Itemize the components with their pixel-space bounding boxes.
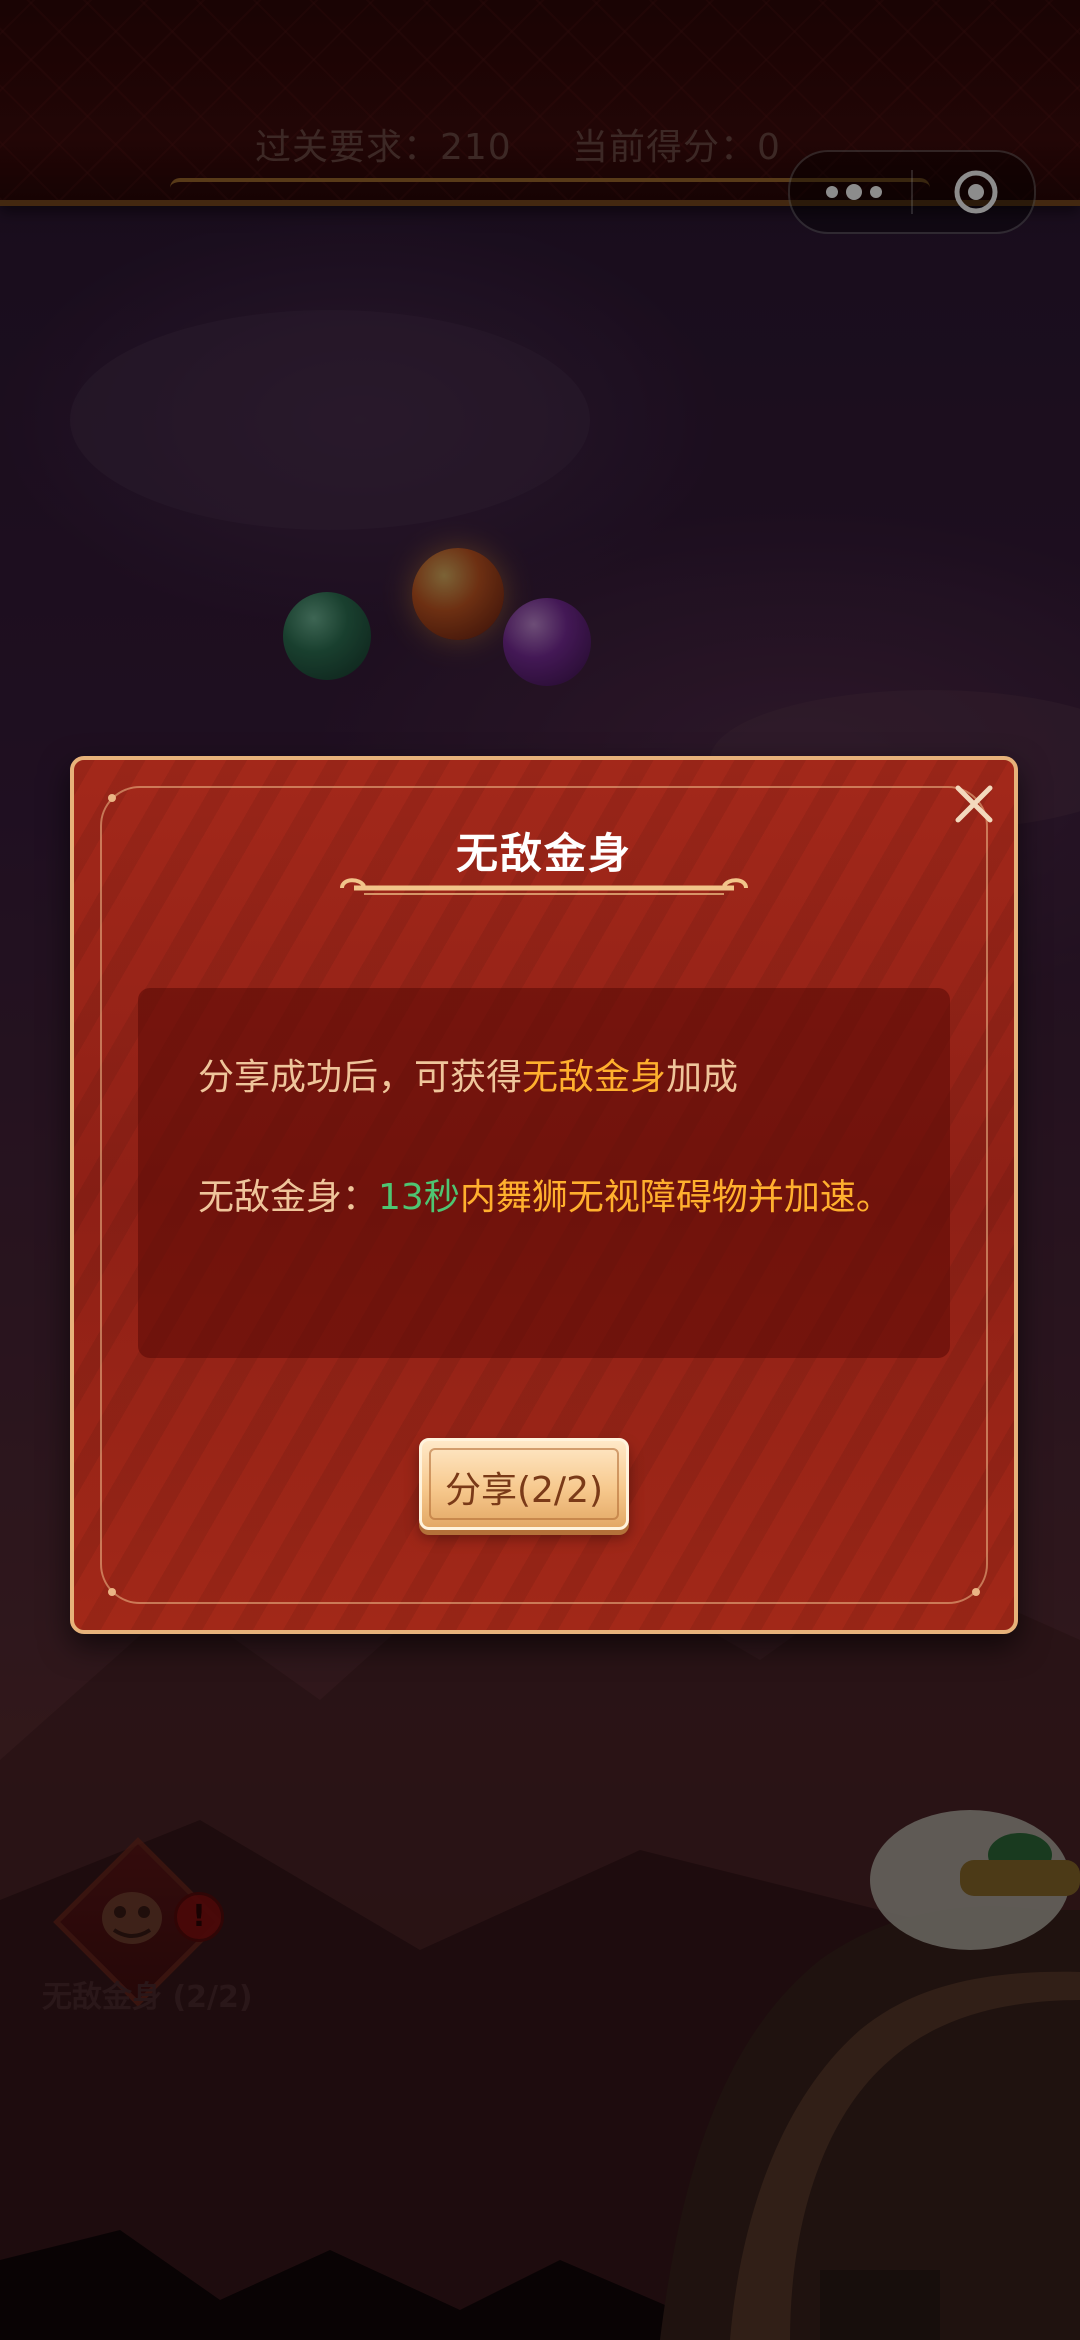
dialog-close-icon[interactable] [948,778,1000,830]
line1-suffix: 加成 [666,1057,739,1098]
line1-text: 分享成功后，可获得 [198,1057,523,1098]
invincible-dialog: 无敌金身 分享成功后，可获得无敌金身加成 无敌金身：13秒内舞狮无视障碍物并加速… [70,756,1018,1634]
dialog-content-box: 分享成功后，可获得无敌金身加成 无敌金身：13秒内舞狮无视障碍物并加速。 [138,988,950,1358]
corner-dot [108,1588,116,1596]
description-line-1: 分享成功后，可获得无敌金身加成 [198,1048,738,1100]
share-button-label: 分享(2/2) [444,1470,604,1511]
buff-name-highlight: 无敌金身 [522,1057,667,1098]
description-line-2: 无敌金身：13秒内舞狮无视障碍物并加速。 [198,1168,892,1220]
effect-description: 内舞狮无视障碍物并加速。 [459,1177,892,1218]
title-ornament [340,878,748,895]
corner-dot [108,794,116,802]
share-button[interactable]: 分享(2/2) [419,1438,629,1530]
corner-dot [972,1588,980,1596]
line2-label: 无敌金身： [198,1177,379,1218]
duration-highlight: 13秒 [378,1177,460,1218]
